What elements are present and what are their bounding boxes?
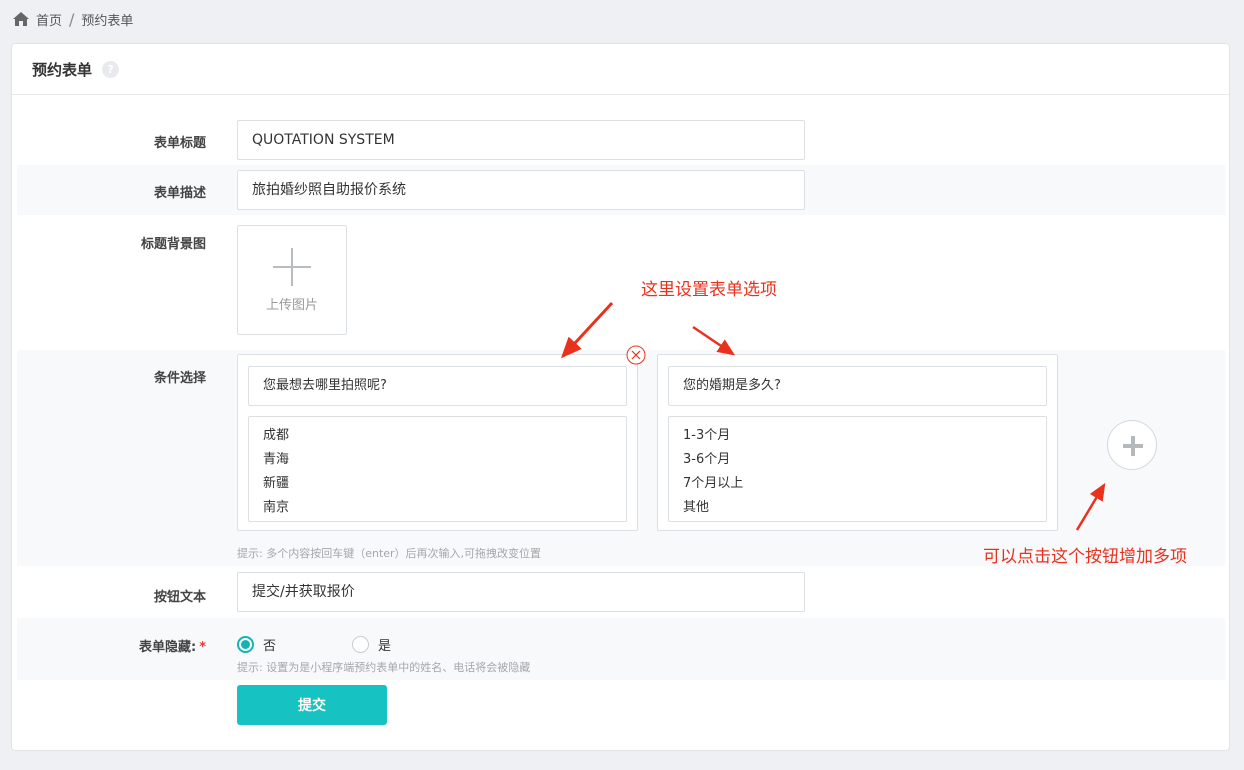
breadcrumb-current: 预约表单 [81, 13, 134, 29]
title-bg-label: 标题背景图 [140, 237, 206, 252]
row-form-title: 表单标题 QUOTATION SYSTEM [17, 115, 1225, 165]
add-option-button[interactable] [1107, 420, 1157, 470]
annotation-options: 这里设置表单选项 [641, 280, 777, 300]
panel-header: 预约表单 ? [12, 44, 1229, 95]
row-form-hide: 表单隐藏: * 否 是 提示: 设置为是小程序端预约表单中的姓名、电话将会被隐藏 [17, 618, 1225, 680]
annotation-add: 可以点击这个按钮增加多项 [983, 547, 1187, 567]
option-question-input[interactable]: 您的婚期是多久? [668, 366, 1047, 406]
row-button-text: 按钮文本 提交/并获取报价 [17, 566, 1225, 618]
option-item: 1-3个月 [683, 428, 731, 443]
radio-hide-yes[interactable]: 是 [352, 635, 391, 654]
submit-button[interactable]: 提交 [237, 685, 387, 725]
form-hide-radio-group: 否 是 [237, 635, 391, 654]
option-question-input[interactable]: 您最想去哪里拍照呢? [248, 366, 627, 406]
option-card: 您最想去哪里拍照呢? 成都 青海 新疆 南京 [237, 354, 638, 531]
form-hide-label: 表单隐藏: * [17, 636, 206, 655]
button-text-input[interactable]: 提交/并获取报价 [237, 572, 805, 612]
form-title-input[interactable]: QUOTATION SYSTEM [237, 120, 805, 160]
home-icon[interactable] [12, 11, 30, 27]
option-item: 青海 [263, 452, 290, 467]
conditions-label: 条件选择 [153, 371, 206, 386]
form-desc-label: 表单描述 [153, 186, 206, 201]
option-item: 7个月以上 [683, 476, 744, 491]
row-title-bg: 标题背景图 上传图片 [17, 225, 1225, 350]
form-hide-hint: 提示: 设置为是小程序端预约表单中的姓名、电话将会被隐藏 [237, 661, 531, 674]
option-item: 新疆 [263, 476, 290, 491]
radio-hide-no[interactable]: 否 [237, 635, 352, 654]
row-conditions: 条件选择 您最想去哪里拍照呢? 成都 青海 新疆 南京 您的婚期是多久? 1-3… [17, 345, 1225, 566]
breadcrumb-separator: / [69, 9, 75, 29]
button-text-label: 按钮文本 [153, 590, 206, 605]
option-card: 您的婚期是多久? 1-3个月 3-6个月 7个月以上 其他 [657, 354, 1058, 531]
page-title: 预约表单 [32, 60, 93, 79]
radio-label: 是 [378, 639, 392, 654]
radio-circle-checked[interactable] [237, 636, 254, 653]
remove-option-icon[interactable] [626, 345, 646, 365]
form-desc-input[interactable]: 旅拍婚纱照自助报价系统 [237, 170, 805, 210]
option-item: 3-6个月 [683, 452, 731, 467]
option-items-textarea[interactable]: 成都 青海 新疆 南京 [248, 416, 627, 522]
breadcrumb: 首页 / 预约表单 [12, 8, 133, 30]
plus-icon [273, 248, 311, 286]
breadcrumb-home[interactable]: 首页 [36, 10, 62, 29]
option-item: 其他 [683, 500, 710, 515]
option-item: 成都 [263, 428, 290, 443]
option-item: 南京 [263, 500, 290, 515]
radio-circle[interactable] [352, 636, 369, 653]
help-icon[interactable]: ? [102, 60, 120, 78]
option-items-textarea[interactable]: 1-3个月 3-6个月 7个月以上 其他 [668, 416, 1047, 522]
row-form-desc: 表单描述 旅拍婚纱照自助报价系统 [17, 165, 1225, 215]
form-title-label: 表单标题 [153, 136, 206, 151]
upload-image-button[interactable]: 上传图片 [237, 225, 347, 335]
form-panel: 预约表单 ? 表单标题 QUOTATION SYSTEM 表单描述 旅拍婚纱照自… [11, 43, 1230, 751]
conditions-hint: 提示: 多个内容按回车键（enter）后再次输入,可拖拽改变位置 [237, 547, 542, 560]
required-marker: * [199, 640, 206, 655]
upload-image-label: 上传图片 [265, 298, 318, 313]
radio-label: 否 [263, 639, 277, 654]
form-hide-label-text: 表单隐藏: [138, 640, 197, 655]
